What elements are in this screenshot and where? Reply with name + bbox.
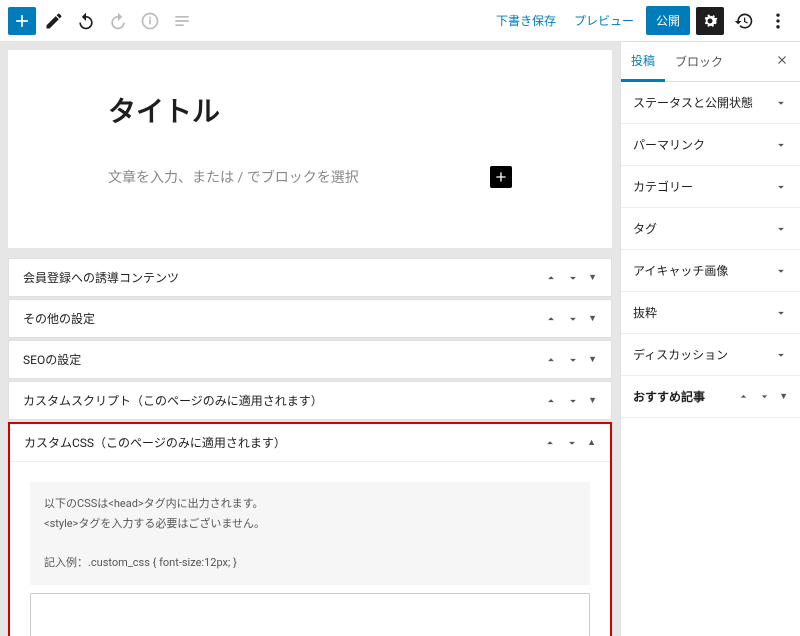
meta-panel-label: SEOの設定	[23, 351, 81, 368]
outline-button[interactable]	[168, 7, 196, 35]
save-draft-button[interactable]: 下書き保存	[490, 8, 562, 33]
custom-css-header[interactable]: カスタムCSS（このページのみに適用されます） ▲	[10, 424, 610, 462]
meta-panel-label: カスタムスクリプト（このページのみに適用されます）	[23, 392, 323, 409]
chevron-up-icon[interactable]	[544, 353, 558, 367]
sidebar-panel-status[interactable]: ステータスと公開状態	[621, 82, 800, 124]
chevron-down-icon	[774, 222, 788, 236]
settings-sidebar: 投稿 ブロック ステータスと公開状態 パーマリンク カテゴリー タグ	[620, 42, 800, 636]
inline-add-block-button[interactable]	[490, 166, 512, 188]
undo-icon	[76, 11, 96, 31]
meta-panel-label: カスタムCSS（このページのみに適用されます）	[24, 434, 286, 451]
meta-panel[interactable]: 会員登録への誘導コンテンツ ▼	[8, 258, 612, 297]
meta-panels-wrap: 会員登録への誘導コンテンツ ▼ その他の設定 ▼	[8, 258, 612, 636]
chevron-down-icon[interactable]	[566, 312, 580, 326]
help-line: 記入例：.custom_css { font-size:12px; }	[44, 553, 576, 573]
pencil-icon	[44, 11, 64, 31]
info-button[interactable]	[136, 7, 164, 35]
sidebar-panel-label: カテゴリー	[633, 178, 693, 195]
preview-button[interactable]: プレビュー	[568, 8, 640, 33]
triangle-icon[interactable]: ▼	[588, 354, 597, 365]
chevron-down-icon[interactable]	[565, 436, 579, 450]
help-line: 以下のCSSは<head>タグ内に出力されます。	[44, 494, 576, 514]
chevron-up-icon[interactable]	[544, 312, 558, 326]
more-menu-button[interactable]	[764, 7, 792, 35]
plus-icon	[493, 169, 509, 185]
chevron-up-icon[interactable]	[737, 390, 750, 403]
custom-css-textarea[interactable]	[30, 593, 590, 636]
meta-panel-label: 会員登録への誘導コンテンツ	[23, 269, 179, 286]
edit-mode-button[interactable]	[40, 7, 68, 35]
editor-canvas: タイトル 文章を入力、または / でブロックを選択	[8, 50, 612, 248]
custom-css-body: 以下のCSSは<head>タグ内に出力されます。 <style>タグを入力する必…	[10, 464, 610, 636]
chevron-up-icon[interactable]	[544, 271, 558, 285]
chevron-down-icon[interactable]	[758, 390, 771, 403]
triangle-icon[interactable]: ▼	[588, 395, 597, 406]
sidebar-panel-permalink[interactable]: パーマリンク	[621, 124, 800, 166]
toolbar-left	[8, 7, 196, 35]
meta-panel[interactable]: カスタムスクリプト（このページのみに適用されます） ▼	[8, 381, 612, 420]
chevron-down-icon	[774, 348, 788, 362]
post-title[interactable]: タイトル	[108, 90, 512, 130]
custom-css-help: 以下のCSSは<head>タグ内に出力されます。 <style>タグを入力する必…	[30, 482, 590, 585]
settings-button[interactable]	[696, 7, 724, 35]
info-icon	[140, 11, 160, 31]
tab-block[interactable]: ブロック	[665, 43, 733, 80]
triangle-icon[interactable]: ▼	[588, 272, 597, 283]
chevron-up-icon[interactable]	[544, 394, 558, 408]
sidebar-tabs: 投稿 ブロック	[621, 42, 800, 82]
chevron-down-icon	[774, 138, 788, 152]
triangle-icon[interactable]: ▼	[588, 313, 597, 324]
tab-post[interactable]: 投稿	[621, 42, 665, 82]
sidebar-panel-label: ステータスと公開状態	[633, 94, 753, 111]
meta-panel[interactable]: その他の設定 ▼	[8, 299, 612, 338]
meta-panel-label: その他の設定	[23, 310, 95, 327]
toolbar-right: 下書き保存 プレビュー 公開	[490, 6, 792, 35]
sidebar-panel-excerpt[interactable]: 抜粋	[621, 292, 800, 334]
add-block-button[interactable]	[8, 7, 36, 35]
sidebar-panel-tags[interactable]: タグ	[621, 208, 800, 250]
sidebar-panel-featured-article[interactable]: おすすめ記事 ▼	[621, 376, 800, 418]
kebab-icon	[768, 11, 788, 31]
gear-icon	[700, 11, 720, 31]
help-line: <style>タグを入力する必要はございません。	[44, 514, 576, 534]
sidebar-panel-discussion[interactable]: ディスカッション	[621, 334, 800, 376]
custom-css-panel: カスタムCSS（このページのみに適用されます） ▲ 以下のCSSは<head>タ…	[8, 422, 612, 636]
sidebar-panel-label: アイキャッチ画像	[633, 262, 728, 279]
triangle-icon[interactable]: ▲	[587, 437, 596, 448]
sidebar-panel-featured-image[interactable]: アイキャッチ画像	[621, 250, 800, 292]
revisions-button[interactable]	[730, 7, 758, 35]
sidebar-close-button[interactable]	[770, 53, 794, 70]
chevron-down-icon	[774, 180, 788, 194]
sidebar-panel-label: タグ	[633, 220, 657, 237]
chevron-down-icon[interactable]	[566, 353, 580, 367]
publish-button[interactable]: 公開	[646, 6, 690, 35]
chevron-down-icon	[774, 96, 788, 110]
list-icon	[172, 11, 192, 31]
plus-icon	[12, 11, 32, 31]
sidebar-panel-label: パーマリンク	[633, 136, 705, 153]
sidebar-panel-label: 抜粋	[633, 304, 657, 321]
sidebar-panel-label: ディスカッション	[633, 346, 728, 363]
undo-button[interactable]	[72, 7, 100, 35]
paragraph-placeholder: 文章を入力、または / でブロックを選択	[108, 167, 359, 187]
redo-icon	[108, 11, 128, 31]
chevron-up-icon[interactable]	[543, 436, 557, 450]
history-icon	[734, 11, 754, 31]
editor-canvas-column: タイトル 文章を入力、または / でブロックを選択 会員登録への誘導コンテンツ …	[0, 42, 620, 636]
meta-panel[interactable]: SEOの設定 ▼	[8, 340, 612, 379]
redo-button[interactable]	[104, 7, 132, 35]
chevron-down-icon	[774, 264, 788, 278]
chevron-down-icon[interactable]	[566, 394, 580, 408]
close-icon	[775, 53, 789, 67]
sidebar-panel-category[interactable]: カテゴリー	[621, 166, 800, 208]
sidebar-panel-label: おすすめ記事	[633, 388, 705, 405]
top-toolbar: 下書き保存 プレビュー 公開	[0, 0, 800, 42]
paragraph-block[interactable]: 文章を入力、または / でブロックを選択	[108, 166, 512, 188]
chevron-down-icon	[774, 306, 788, 320]
triangle-icon[interactable]: ▼	[779, 391, 788, 402]
chevron-down-icon[interactable]	[566, 271, 580, 285]
